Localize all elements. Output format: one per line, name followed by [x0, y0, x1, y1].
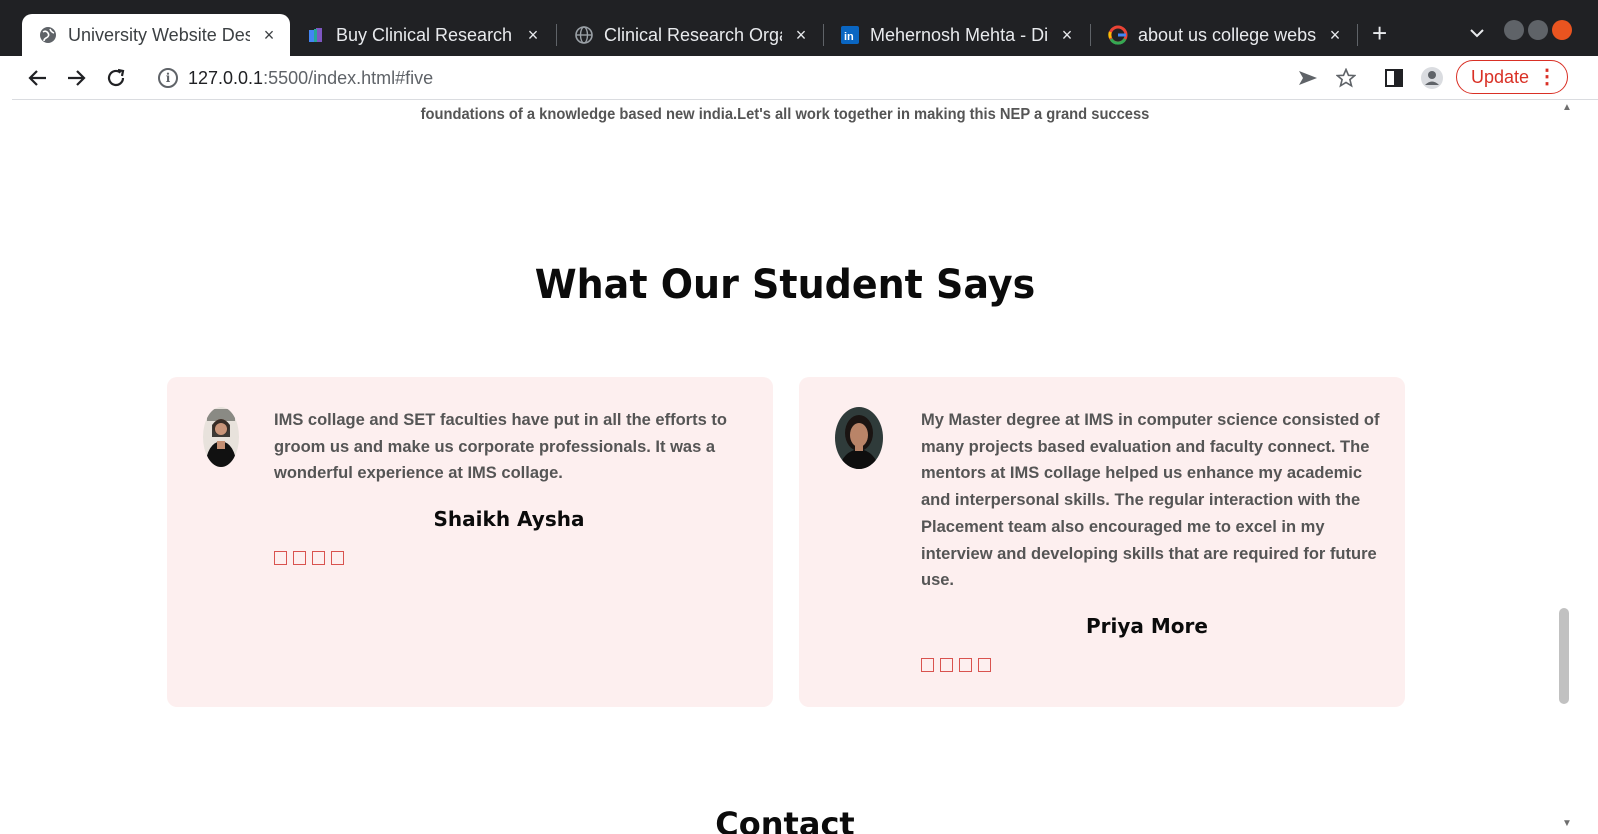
chevron-down-icon[interactable] — [1470, 22, 1484, 43]
browser-toolbar: i 127.0.0.1:5500/index.html#five Update … — [12, 56, 1598, 100]
tab-separator — [1090, 24, 1091, 46]
star-icon — [940, 658, 953, 672]
new-tab-button[interactable]: + — [1372, 20, 1387, 46]
testimonials-heading: What Our Student Says — [534, 262, 1036, 308]
testimonial-card: My Master degree at IMS in computer scie… — [799, 377, 1405, 707]
linkedin-icon: in — [840, 25, 860, 45]
update-label: Update — [1471, 66, 1530, 87]
close-tab-icon[interactable]: × — [1058, 25, 1076, 46]
intro-paragraph-tail: foundations of a knowledge based new ind… — [420, 106, 1150, 123]
close-tab-icon[interactable]: × — [792, 25, 810, 46]
url-host: 127.0.0.1 — [188, 67, 264, 88]
tab-buy-clinical-research[interactable]: Buy Clinical Research C × — [290, 14, 554, 56]
tab-separator — [556, 24, 557, 46]
update-browser-button[interactable]: Update ⋮ — [1456, 60, 1568, 94]
tab-title: about us college websi — [1138, 24, 1316, 45]
student-name: Shaikh Aysha — [433, 507, 585, 531]
star-icon — [312, 551, 325, 565]
address-bar[interactable]: i 127.0.0.1:5500/index.html#five — [146, 60, 1446, 96]
star-icon — [921, 658, 934, 672]
forward-arrow-icon[interactable] — [62, 64, 90, 92]
page-scrollbar-track[interactable] — [1558, 100, 1598, 834]
svg-text:in: in — [844, 31, 854, 43]
tab-separator — [1357, 24, 1358, 46]
student-avatar — [835, 407, 883, 469]
testimonial-text: IMS collage and SET faculties have put i… — [274, 411, 727, 483]
student-name: Priya More — [1086, 614, 1208, 638]
tab-title: Clinical Research Orga — [604, 24, 782, 45]
star-icon — [978, 658, 991, 672]
tab-google-search[interactable]: about us college websi × — [1092, 14, 1356, 56]
globe-icon — [38, 25, 58, 45]
star-icon — [959, 658, 972, 672]
back-arrow-icon[interactable] — [24, 64, 52, 92]
site-info-icon[interactable]: i — [158, 68, 178, 88]
testimonial-text: My Master degree at IMS in computer scie… — [921, 411, 1380, 590]
scroll-down-arrow-icon[interactable]: ▼ — [1562, 818, 1572, 829]
testimonial-card: IMS collage and SET faculties have put i… — [167, 377, 773, 707]
maximize-window-icon[interactable] — [1528, 20, 1548, 40]
close-tab-icon[interactable]: × — [260, 25, 278, 46]
close-window-icon[interactable] — [1552, 20, 1572, 40]
tab-linkedin-profile[interactable]: in Mehernosh Mehta - Dir × — [824, 14, 1088, 56]
minimize-window-icon[interactable] — [1504, 20, 1524, 40]
google-icon — [1108, 25, 1128, 45]
url-path: :5500/index.html#five — [263, 67, 434, 88]
star-rating — [921, 658, 991, 672]
profile-avatar-icon[interactable] — [1420, 66, 1444, 90]
send-tab-icon[interactable] — [1296, 66, 1320, 90]
reload-icon[interactable] — [102, 64, 130, 92]
side-panel-icon[interactable] — [1382, 66, 1406, 90]
contact-heading: Contact — [715, 805, 855, 834]
book-icon — [306, 25, 326, 45]
kebab-menu-icon[interactable]: ⋮ — [1537, 64, 1557, 89]
star-icon — [274, 551, 287, 565]
star-rating — [274, 551, 344, 565]
tab-clinical-research-org[interactable]: Clinical Research Orga × — [558, 14, 822, 56]
webpage-viewport: foundations of a knowledge based new ind… — [12, 100, 1558, 834]
tab-university-website[interactable]: University Website Des × — [22, 14, 290, 56]
star-icon — [293, 551, 306, 565]
student-avatar — [203, 407, 239, 467]
star-icon — [331, 551, 344, 565]
bookmark-star-icon[interactable] — [1334, 66, 1358, 90]
close-tab-icon[interactable]: × — [524, 25, 542, 46]
scroll-up-arrow-icon[interactable]: ▲ — [1562, 102, 1572, 113]
close-tab-icon[interactable]: × — [1326, 25, 1344, 46]
tab-title: University Website Des — [68, 24, 250, 45]
globe-icon — [574, 25, 594, 45]
browser-tab-strip: University Website Des × Buy Clinical Re… — [0, 0, 1598, 56]
tab-title: Buy Clinical Research C — [336, 24, 514, 45]
tab-title: Mehernosh Mehta - Dir — [870, 24, 1048, 45]
page-scrollbar-thumb[interactable] — [1559, 608, 1569, 704]
